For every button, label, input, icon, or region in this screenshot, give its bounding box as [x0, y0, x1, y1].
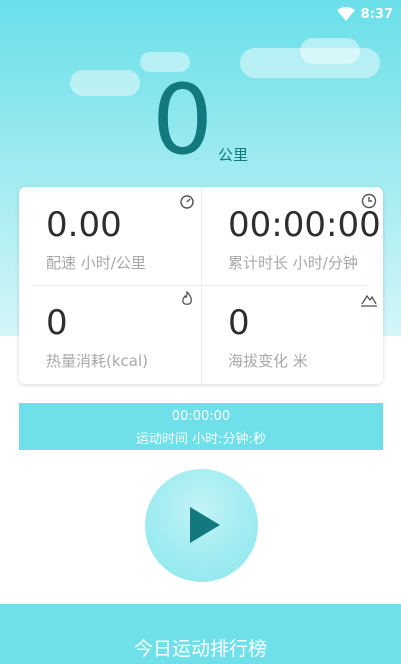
status-time: 8:37: [360, 6, 393, 22]
duration-value: 00:00:00: [228, 205, 381, 245]
play-icon: [190, 507, 220, 543]
pace-label: 配速 小时/公里: [46, 254, 146, 272]
distance-display: 0 公里: [0, 68, 401, 172]
timer-label: 运动时间 小时:分钟:秒: [136, 432, 266, 447]
altitude-label: 海拔变化 米: [228, 352, 308, 370]
stat-calories: 0 热量消耗(kcal): [19, 285, 201, 383]
exercise-timer: 00:00:00 运动时间 小时:分钟:秒: [19, 403, 383, 450]
daily-ranking-button[interactable]: 今日运动排行榜: [0, 604, 401, 664]
calories-label: 热量消耗(kcal): [46, 352, 148, 370]
wifi-icon: [336, 7, 355, 21]
status-bar: 8:37: [336, 4, 393, 24]
mountain-icon: [361, 294, 377, 307]
pace-value: 0.00: [46, 205, 122, 245]
speedometer-icon: [180, 195, 194, 209]
distance-unit: 公里: [218, 146, 249, 164]
calories-value: 0: [46, 303, 68, 343]
distance-value: 0: [152, 64, 214, 176]
start-button[interactable]: [145, 469, 258, 582]
stat-duration: 00:00:00 累计时长 小时/分钟: [201, 187, 383, 285]
stat-pace: 0.00 配速 小时/公里: [19, 187, 201, 285]
altitude-value: 0: [228, 303, 250, 343]
cloud-decoration: [300, 38, 360, 64]
stats-card: 0.00 配速 小时/公里 00:00:00 累计时长 小时/分钟 0 热量消耗…: [19, 187, 383, 384]
duration-label: 累计时长 小时/分钟: [228, 254, 358, 272]
flame-icon: [182, 291, 193, 305]
timer-value: 00:00:00: [171, 409, 231, 424]
stat-altitude: 0 海拔变化 米: [201, 285, 383, 383]
